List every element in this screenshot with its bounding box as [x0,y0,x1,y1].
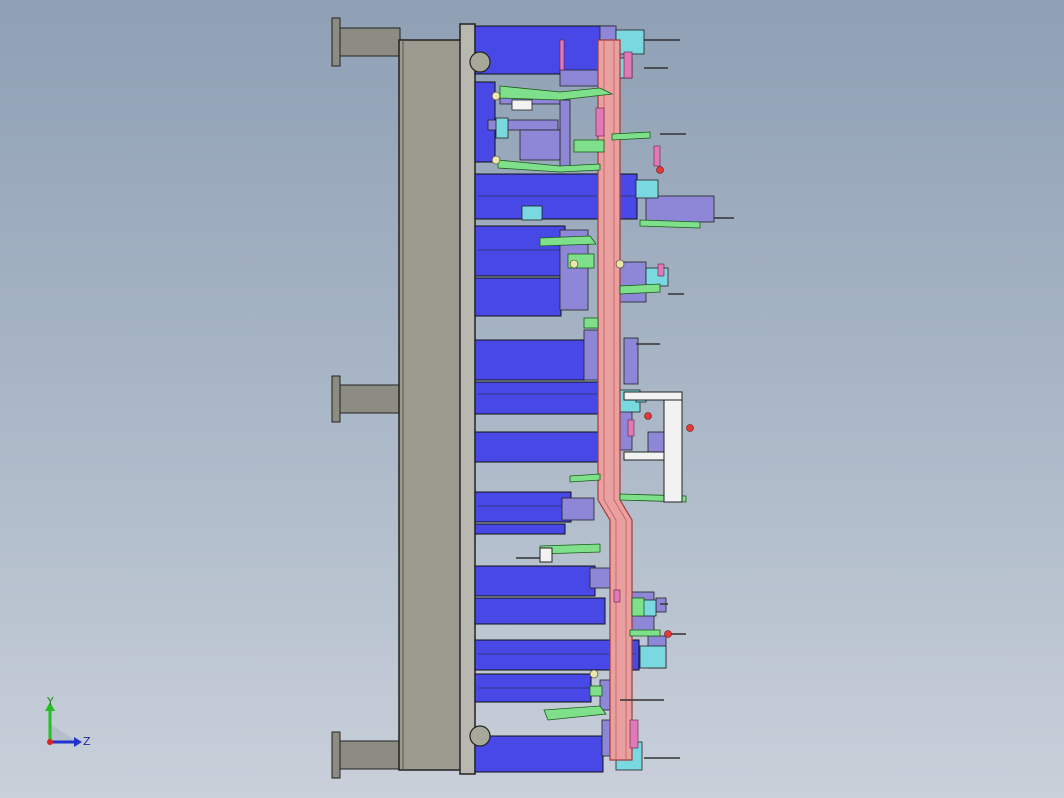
cad-viewport[interactable]: Y Z [0,0,1064,798]
mounting-post-bottom [331,731,401,779]
y-axis-label: Y [47,695,54,708]
origin-dot-icon [47,739,53,745]
assembly-model[interactable] [0,0,1064,798]
coordinate-triad: Y Z [36,696,106,756]
base-plate [398,39,462,771]
z-axis-label: Z [83,735,91,748]
top-plate [459,23,476,775]
mounting-post-top [331,17,401,67]
mounting-post-middle [331,375,401,423]
